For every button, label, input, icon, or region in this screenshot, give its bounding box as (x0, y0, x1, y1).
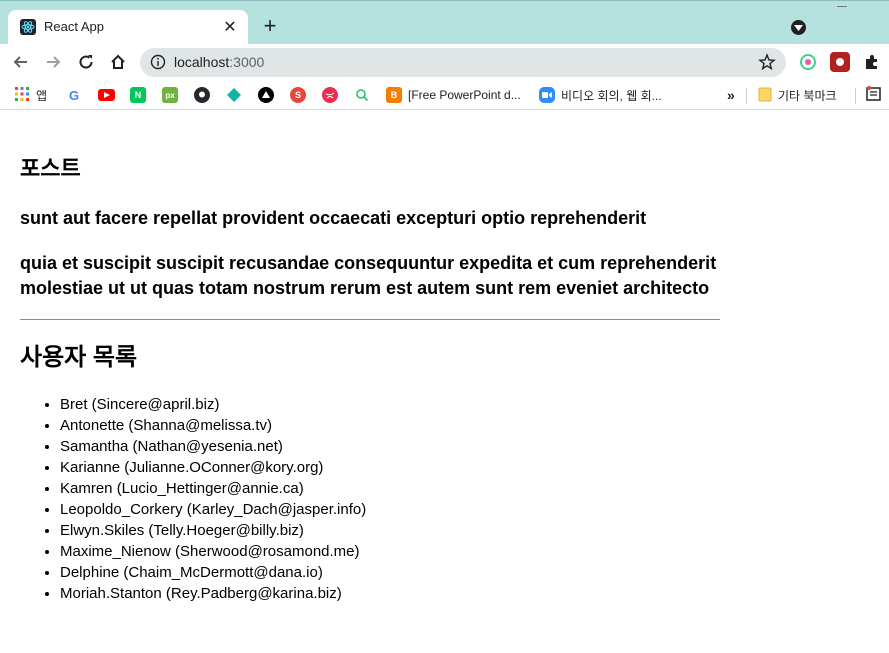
reading-list-button[interactable] (866, 85, 882, 105)
tab-react-app[interactable]: React App ✕ (8, 10, 248, 45)
bookmark-px[interactable]: px (162, 86, 178, 104)
close-tab-icon[interactable]: ✕ (220, 17, 240, 37)
bookmarks-divider (746, 88, 747, 104)
user-list-item: Kamren (Lucio_Hettinger@annie.ca) (60, 478, 720, 499)
back-arrow-icon (13, 56, 27, 68)
reload-button[interactable] (74, 50, 98, 74)
forward-button[interactable] (41, 50, 65, 74)
user-list-item: Delphine (Chaim_McDermott@dana.io) (60, 562, 720, 583)
new-tab-button[interactable]: + (258, 15, 282, 39)
user-list-item: Samantha (Nathan@yesenia.net) (60, 436, 720, 457)
tab-title: React App (44, 19, 104, 34)
post-list: sunt aut facere repellat provident occae… (20, 206, 720, 301)
tab-search-icon[interactable] (791, 20, 806, 35)
minimize-window-button[interactable] (837, 6, 847, 7)
post-title: quia et suscipit suscipit recusandae con… (20, 253, 717, 298)
apps-grid-icon (14, 86, 30, 105)
section-divider (20, 319, 720, 320)
bookmark-naver[interactable]: N (130, 86, 146, 104)
google-icon: G (68, 87, 80, 103)
bookmark-ball[interactable] (322, 86, 338, 104)
user-list-item: Karianne (Julianne.OConner@kory.org) (60, 457, 720, 478)
diamond-icon (226, 87, 242, 103)
px-icon: px (162, 87, 178, 103)
user-list: Bret (Sincere@april.biz) Antonette (Shan… (20, 394, 720, 604)
bookmarks-divider-2 (855, 88, 856, 104)
address-bar[interactable]: localhost:3000 (140, 48, 786, 77)
user-list-item: Bret (Sincere@april.biz) (60, 394, 720, 415)
zoom-video-icon (539, 87, 555, 103)
user-list-item: Elwyn.Skiles (Telly.Hoeger@billy.biz) (60, 520, 720, 541)
forward-arrow-icon (47, 56, 61, 68)
extension-circle-icon[interactable] (798, 52, 818, 72)
home-button[interactable] (106, 50, 130, 74)
bookmarks-more-button[interactable]: » (727, 86, 735, 104)
naver-icon: N (130, 87, 146, 103)
user-list-item: Moriah.Stanton (Rey.Padberg@karina.biz) (60, 583, 720, 604)
bookmark-search[interactable] (354, 86, 370, 104)
bookmark-star-icon[interactable] (758, 53, 776, 71)
bookmark-free-powerpoint-label: [Free PowerPoint d... (408, 88, 521, 102)
home-icon (111, 54, 125, 69)
reload-icon (79, 55, 93, 69)
back-button[interactable] (9, 50, 33, 74)
bookmark-github[interactable] (194, 86, 210, 104)
url-text: localhost:3000 (174, 54, 265, 70)
triangle-icon (258, 87, 274, 103)
bookmark-s[interactable]: S (290, 86, 306, 104)
s-icon: S (290, 87, 306, 103)
youtube-icon (98, 89, 115, 101)
user-list-item: Maxime_Nienow (Sherwood@rosamond.me) (60, 541, 720, 562)
user-list-item: Antonette (Shanna@melissa.tv) (60, 415, 720, 436)
search-q-icon (354, 87, 370, 103)
extension-red-icon[interactable] (830, 52, 850, 72)
github-icon (194, 87, 210, 103)
posts-heading: 포스트 (20, 156, 81, 181)
folder-icon (758, 86, 772, 105)
bookmark-triangle[interactable] (258, 86, 274, 104)
bookmark-apps[interactable]: 앱 (14, 86, 47, 104)
bookmark-apps-label: 앱 (36, 88, 48, 103)
tab-strip: React App ✕ + (0, 0, 889, 45)
user-list-item: Leopoldo_Corkery (Karley_Dach@jasper.inf… (60, 499, 720, 520)
extensions-puzzle-icon[interactable] (862, 52, 882, 72)
bookmark-google[interactable]: G (66, 86, 82, 104)
users-heading: 사용자 목록 (20, 344, 138, 371)
blogger-icon: B (386, 87, 402, 103)
bookmark-free-powerpoint[interactable]: B [Free PowerPoint d... (386, 86, 521, 104)
reading-list-icon (866, 85, 882, 105)
bookmark-zoom-label: 비디오 회의, 웹 회... (561, 88, 662, 103)
bookmark-other-folder[interactable]: 기타 북마크 (758, 86, 837, 104)
site-info-icon[interactable] (150, 54, 166, 70)
bookmark-diamond[interactable] (226, 86, 242, 104)
page-content: 포스트 sunt aut facere repellat provident o… (20, 110, 720, 604)
ball-icon (322, 87, 338, 103)
bookmark-zoom[interactable]: 비디오 회의, 웹 회... (539, 86, 662, 104)
bookmarks-bar: 앱 G N px S B [Free PowerPoint d... 비디오 회… (0, 80, 889, 110)
post-title: sunt aut facere repellat provident occae… (20, 208, 647, 228)
browser-toolbar: localhost:3000 (0, 44, 889, 80)
bookmark-youtube[interactable] (98, 86, 115, 104)
react-icon (20, 19, 36, 35)
bookmark-other-label: 기타 북마크 (778, 88, 837, 103)
